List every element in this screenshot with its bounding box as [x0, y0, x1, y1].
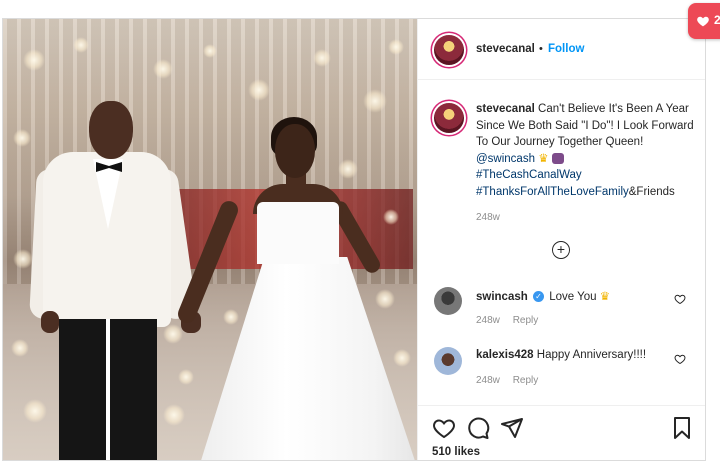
plus-circle-icon: +: [556, 241, 566, 257]
notification-count: 2: [714, 13, 720, 27]
bokeh-light: [375, 289, 395, 309]
load-more-comments-button[interactable]: +: [552, 241, 570, 259]
reply-button[interactable]: Reply: [513, 375, 539, 386]
share-icon[interactable]: [500, 416, 524, 440]
comment-item: swincash ✓ Love You ♛ 248w Reply: [418, 281, 705, 339]
caption-hashtag-1[interactable]: #TheCashCanalWay: [476, 169, 582, 181]
bokeh-light: [73, 37, 89, 53]
bokeh-light: [313, 49, 331, 67]
bokeh-light: [223, 309, 239, 325]
bokeh-light: [363, 89, 387, 113]
commenter-avatar[interactable]: [434, 287, 462, 315]
caption-trailing-text: &Friends: [628, 185, 675, 198]
likes-count[interactable]: 510 likes: [432, 446, 480, 458]
post-header: stevecanal • Follow: [418, 19, 705, 80]
crown-emoji-icon: ♛: [599, 291, 611, 303]
bokeh-light: [393, 349, 411, 367]
comment-timestamp: 248w: [476, 375, 500, 386]
comment-text: Love You: [549, 291, 597, 303]
bookmark-icon[interactable]: [670, 416, 694, 440]
bokeh-light: [163, 404, 185, 426]
heart-icon[interactable]: [432, 416, 456, 440]
action-bar: [418, 405, 705, 446]
activity-notification-badge[interactable]: 2: [688, 3, 720, 39]
post-photo[interactable]: [3, 19, 417, 460]
bokeh-light: [383, 209, 399, 225]
bokeh-light: [23, 399, 47, 423]
comment-text: Happy Anniversary!!!!: [536, 349, 647, 361]
follow-button[interactable]: Follow: [548, 43, 584, 55]
comment-meta: 248w Reply: [476, 375, 548, 386]
caption-timestamp: 248w: [476, 212, 500, 223]
bokeh-light: [203, 44, 217, 58]
caption-hashtag-2[interactable]: #ThanksForAllTheLoveFamily: [476, 186, 629, 198]
caption-avatar[interactable]: [434, 103, 464, 133]
commenter-avatar[interactable]: [434, 347, 462, 375]
bokeh-light: [248, 79, 270, 101]
reply-button[interactable]: Reply: [513, 315, 539, 326]
bokeh-light: [338, 159, 358, 179]
bokeh-light: [13, 129, 31, 147]
comment-icon[interactable]: [466, 416, 490, 440]
couple-emoji-icon: [551, 152, 564, 164]
bokeh-light: [153, 59, 173, 79]
bokeh-light: [388, 39, 404, 55]
post-caption: stevecanal Can't Believe It's Been A Yea…: [476, 101, 698, 227]
comment-item: kalexis428 Happy Anniversary!!!! 248w Re…: [418, 341, 705, 399]
comment-username[interactable]: kalexis428: [476, 349, 534, 361]
verified-badge-icon: ✓: [532, 291, 544, 303]
author-avatar[interactable]: [434, 35, 464, 65]
comment-like-heart-icon[interactable]: [674, 353, 686, 365]
bokeh-light: [163, 324, 183, 344]
bokeh-light: [13, 249, 33, 269]
post-modal: stevecanal • Follow stevecanal Can't Bel…: [2, 18, 706, 461]
bokeh-light: [178, 369, 194, 385]
crown-emoji-icon: ♛: [538, 152, 549, 165]
comment-username[interactable]: swincash: [476, 291, 528, 303]
bokeh-light: [11, 339, 29, 357]
caption-mention[interactable]: @swincash: [476, 153, 535, 165]
separator-dot: •: [539, 43, 543, 55]
comment-text-row: kalexis428 Happy Anniversary!!!!: [476, 349, 646, 361]
caption-username[interactable]: stevecanal: [476, 103, 535, 115]
comment-meta: 248w Reply: [476, 315, 548, 326]
heart-icon: [697, 16, 709, 27]
bokeh-light: [23, 49, 45, 71]
comment-text-row: swincash ✓ Love You ♛: [476, 289, 610, 303]
author-username[interactable]: stevecanal: [476, 43, 535, 55]
comment-like-heart-icon[interactable]: [674, 293, 686, 305]
comment-timestamp: 248w: [476, 315, 500, 326]
post-sidebar: stevecanal • Follow stevecanal Can't Bel…: [417, 19, 705, 460]
